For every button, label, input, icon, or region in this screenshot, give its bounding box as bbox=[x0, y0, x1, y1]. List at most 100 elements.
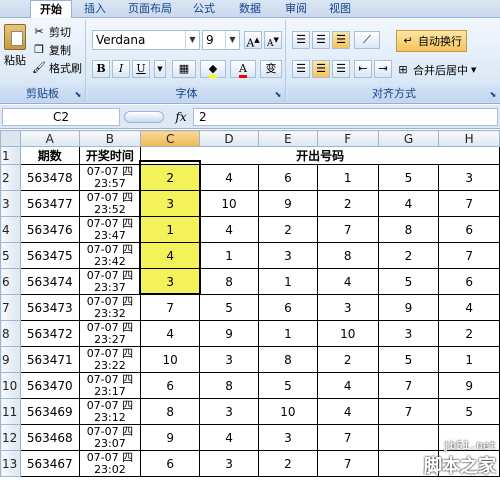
cell-time[interactable]: 07-07 四 23:07 bbox=[78, 424, 142, 451]
column-header[interactable]: D bbox=[199, 130, 259, 147]
cell-number-h[interactable]: 6 bbox=[438, 216, 500, 243]
cell-time[interactable]: 07-07 四 23:42 bbox=[78, 242, 142, 269]
cell-issue[interactable]: 563475 bbox=[19, 242, 80, 269]
border-button[interactable]: ▦ bbox=[172, 60, 196, 78]
cell-number-h[interactable]: 3 bbox=[438, 164, 500, 191]
italic-button[interactable]: I bbox=[112, 60, 130, 78]
formula-bar-splitter[interactable] bbox=[124, 111, 164, 123]
header-cell-issue[interactable]: 期数 bbox=[19, 146, 80, 165]
cell-number-d[interactable]: 8 bbox=[199, 372, 259, 399]
column-header[interactable]: H bbox=[438, 130, 500, 147]
cell-number-c[interactable]: 10 bbox=[140, 346, 201, 373]
cell-number-e[interactable]: 6 bbox=[257, 164, 318, 191]
cell-number-e[interactable]: 10 bbox=[257, 398, 318, 425]
copy-button[interactable]: ❐ 复制 bbox=[32, 42, 71, 58]
cell-number-h[interactable]: 6 bbox=[438, 268, 500, 295]
cell-number-c[interactable]: 2 bbox=[140, 164, 201, 191]
cell-number-d[interactable]: 4 bbox=[199, 424, 259, 451]
tab-view[interactable]: 视图 bbox=[322, 0, 358, 18]
cell-number-h[interactable]: 4 bbox=[438, 294, 500, 321]
column-header[interactable]: E bbox=[257, 130, 318, 147]
row-header[interactable]: 1 bbox=[0, 146, 21, 165]
cell-number-e[interactable]: 2 bbox=[257, 216, 318, 243]
cell-number-e[interactable]: 3 bbox=[257, 424, 318, 451]
cell-issue[interactable]: 563476 bbox=[19, 216, 80, 243]
row-header[interactable]: 2 bbox=[0, 164, 21, 191]
cell-number-g[interactable]: 5 bbox=[377, 164, 440, 191]
align-top-button[interactable]: ☰ bbox=[292, 31, 310, 49]
cell-time[interactable]: 07-07 四 23:57 bbox=[78, 164, 142, 191]
cell-number-c[interactable]: 7 bbox=[140, 294, 201, 321]
row-header[interactable]: 9 bbox=[0, 346, 21, 373]
cell-number-g[interactable]: 5 bbox=[377, 268, 440, 295]
cell-number-d[interactable]: 9 bbox=[199, 320, 259, 347]
cell-number-f[interactable]: 4 bbox=[316, 372, 379, 399]
insert-function-button[interactable]: fx bbox=[172, 108, 190, 126]
cell-number-d[interactable]: 4 bbox=[199, 216, 259, 243]
cell-time[interactable]: 07-07 四 23:52 bbox=[78, 190, 142, 217]
cell-number-g[interactable]: 8 bbox=[377, 216, 440, 243]
cell-number-e[interactable]: 2 bbox=[257, 450, 318, 477]
cell-number-h[interactable]: 2 bbox=[438, 320, 500, 347]
cell-time[interactable]: 07-07 四 23:32 bbox=[78, 294, 142, 321]
cell-number-f[interactable]: 2 bbox=[316, 190, 379, 217]
cell-number-e[interactable]: 8 bbox=[257, 346, 318, 373]
cell-time[interactable]: 07-07 四 23:22 bbox=[78, 346, 142, 373]
cell-number-g[interactable]: 5 bbox=[377, 346, 440, 373]
cell-issue[interactable]: 563469 bbox=[19, 398, 80, 425]
cell-number-c[interactable]: 6 bbox=[140, 372, 201, 399]
wrap-text-button[interactable]: ↵ 自动换行 bbox=[396, 30, 467, 52]
chevron-down-icon[interactable]: ▼ bbox=[225, 31, 239, 49]
cell-number-e[interactable]: 1 bbox=[257, 268, 318, 295]
tab-data[interactable]: 数据 bbox=[232, 0, 268, 18]
merge-center-button[interactable]: ⊞ 合并后居中 ▼ bbox=[396, 60, 476, 80]
cut-button[interactable]: ✂ 剪切 bbox=[32, 24, 71, 40]
font-name-combo[interactable]: Verdana ▼ bbox=[92, 30, 200, 50]
cell-number-c[interactable]: 8 bbox=[140, 398, 201, 425]
align-left-button[interactable]: ☰ bbox=[292, 60, 310, 78]
align-center-button[interactable]: ☰ bbox=[312, 60, 330, 78]
cell-issue[interactable]: 563472 bbox=[19, 320, 80, 347]
cell-number-c[interactable]: 1 bbox=[140, 216, 201, 243]
row-header[interactable]: 5 bbox=[0, 242, 21, 269]
cell-number-d[interactable]: 8 bbox=[199, 268, 259, 295]
cell-number-d[interactable]: 5 bbox=[199, 294, 259, 321]
font-launcher-icon[interactable]: ⬊ bbox=[273, 90, 283, 100]
chevron-down-icon[interactable]: ▼ bbox=[185, 31, 199, 49]
decrease-indent-button[interactable]: ⇤ bbox=[354, 60, 372, 78]
cell-number-e[interactable]: 9 bbox=[257, 190, 318, 217]
cell-issue[interactable]: 563468 bbox=[19, 424, 80, 451]
cell-number-f[interactable]: 7 bbox=[316, 450, 379, 477]
cell-number-d[interactable]: 3 bbox=[199, 346, 259, 373]
cell-number-f[interactable]: 8 bbox=[316, 242, 379, 269]
cell-number-h[interactable]: 7 bbox=[438, 242, 500, 269]
chevron-down-icon[interactable]: ▼ bbox=[471, 66, 476, 74]
tab-insert[interactable]: 插入 bbox=[78, 0, 112, 18]
row-header[interactable]: 3 bbox=[0, 190, 21, 217]
cell-number-f[interactable]: 3 bbox=[316, 294, 379, 321]
cell-number-d[interactable]: 4 bbox=[199, 164, 259, 191]
cell-number-e[interactable]: 6 bbox=[257, 294, 318, 321]
cell-number-h[interactable]: 7 bbox=[438, 190, 500, 217]
header-cell-numbers[interactable]: 开出号码 bbox=[140, 146, 500, 165]
cell-number-c[interactable]: 3 bbox=[140, 268, 201, 295]
cell-number-c[interactable]: 9 bbox=[140, 424, 201, 451]
tab-review[interactable]: 审阅 bbox=[278, 0, 314, 18]
orientation-button[interactable]: ⟋ bbox=[354, 31, 380, 49]
underline-dropdown[interactable]: ▼ bbox=[154, 60, 166, 78]
cell-number-g[interactable]: 7 bbox=[377, 398, 440, 425]
cell-issue[interactable]: 563471 bbox=[19, 346, 80, 373]
increase-indent-button[interactable]: ⇥ bbox=[374, 60, 392, 78]
cell-time[interactable]: 07-07 四 23:17 bbox=[78, 372, 142, 399]
align-bottom-button[interactable]: ☰ bbox=[332, 31, 350, 49]
cell-number-f[interactable]: 7 bbox=[316, 216, 379, 243]
row-header[interactable]: 11 bbox=[0, 398, 21, 425]
cell-number-d[interactable]: 3 bbox=[199, 450, 259, 477]
phonetic-button[interactable]: 变 bbox=[260, 60, 282, 78]
name-box[interactable]: C2 bbox=[2, 108, 120, 126]
row-header[interactable]: 7 bbox=[0, 294, 21, 321]
align-right-button[interactable]: ☰ bbox=[332, 60, 350, 78]
font-size-combo[interactable]: 9 ▼ bbox=[202, 30, 240, 50]
cell-issue[interactable]: 563473 bbox=[19, 294, 80, 321]
tab-page-layout[interactable]: 页面布局 bbox=[122, 0, 178, 18]
